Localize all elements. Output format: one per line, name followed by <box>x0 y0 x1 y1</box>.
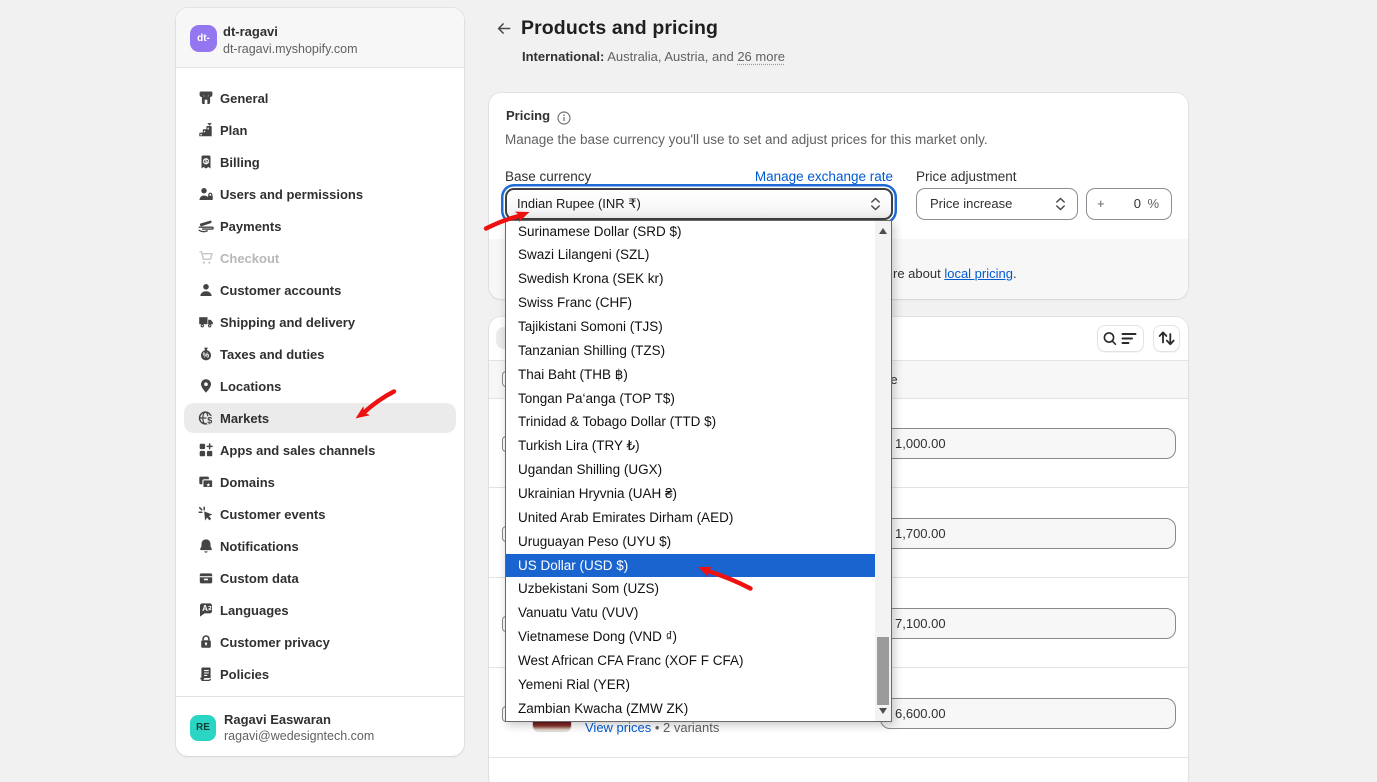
svg-text:A: A <box>202 604 208 613</box>
svg-text:$: $ <box>204 159 208 166</box>
svg-text:$: $ <box>207 416 212 426</box>
svg-text:%: % <box>203 351 210 360</box>
